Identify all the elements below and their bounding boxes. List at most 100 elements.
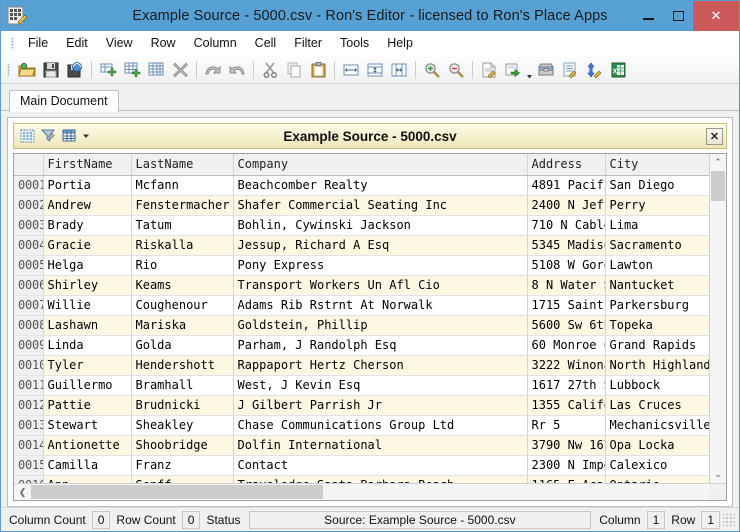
menu-item-column[interactable]: Column [185, 33, 246, 53]
filter-tool-icon[interactable] [38, 126, 58, 146]
tab-main-document[interactable]: Main Document [9, 90, 119, 112]
table-cell[interactable]: 4891 Pacific Hwy [527, 175, 606, 196]
table-cell[interactable]: Brudnicki [131, 395, 234, 416]
document-close-button[interactable]: ✕ [706, 127, 723, 145]
table-cell[interactable]: Tatum [131, 215, 234, 236]
row-number-cell[interactable]: 0006 [14, 275, 44, 296]
table-cell[interactable]: Linda [43, 335, 132, 356]
edit-document-icon[interactable] [478, 59, 500, 81]
scroll-up-arrow-icon[interactable]: ⌃ [710, 154, 726, 171]
table-cell[interactable]: Coughenour [131, 295, 234, 316]
table-cell[interactable]: West, J Kevin Esq [233, 375, 528, 396]
table-cell[interactable]: Contact [233, 455, 528, 476]
menu-item-view[interactable]: View [97, 33, 142, 53]
menu-item-file[interactable]: File [19, 33, 57, 53]
row-number-cell[interactable]: 0002 [14, 195, 44, 216]
column-header-firstname[interactable]: FirstName [43, 154, 132, 176]
table-cell[interactable]: J Gilbert Parrish Jr [233, 395, 528, 416]
table-cell[interactable]: Pattie [43, 395, 132, 416]
column-header-address[interactable]: Address [527, 154, 606, 176]
fit-height-icon[interactable] [364, 59, 386, 81]
table-cell[interactable]: Bramhall [131, 375, 234, 396]
auto-size-icon[interactable] [388, 59, 410, 81]
row-number-cell[interactable]: 0011 [14, 375, 44, 396]
table-cell[interactable]: San Diego [605, 175, 709, 196]
table-cell[interactable]: Shafer Commercial Seating Inc [233, 195, 528, 216]
table-row[interactable]: 0003BradyTatumBohlin, Cywinski Jackson71… [14, 215, 709, 236]
table-row[interactable]: 0006ShirleyKeamsTransport Workers Un Afl… [14, 275, 709, 296]
table-cell[interactable]: 3790 Nw 167th St [527, 435, 606, 456]
table-cell[interactable]: 3222 Winona Way [527, 355, 606, 376]
menu-item-row[interactable]: Row [142, 33, 185, 53]
table-row[interactable]: 0011GuillermoBramhallWest, J Kevin Esq16… [14, 375, 709, 396]
table-cell[interactable]: Mechanicsville [605, 415, 709, 436]
save-all-icon[interactable] [64, 59, 86, 81]
table-row[interactable]: 0002AndrewFenstermacherShafer Commercial… [14, 195, 709, 216]
transpose-icon[interactable] [583, 59, 605, 81]
column-header-lastname[interactable]: LastName [131, 154, 234, 176]
table-cell[interactable]: 8 N Water St [527, 275, 606, 296]
scroll-left-arrow-icon[interactable]: ❮ [14, 484, 31, 500]
table-cell[interactable]: Lubbock [605, 375, 709, 396]
table-cell[interactable]: Willie [43, 295, 132, 316]
table-cell[interactable]: Goldstein, Phillip [233, 315, 528, 336]
table-cell[interactable]: 5108 W Gore Blvd [527, 255, 606, 276]
menu-item-edit[interactable]: Edit [57, 33, 97, 53]
table-cell[interactable]: Rio [131, 255, 234, 276]
menu-item-filter[interactable]: Filter [285, 33, 331, 53]
table-cell[interactable]: Parham, J Randolph Esq [233, 335, 528, 356]
table-row[interactable]: 0008LashawnMariskaGoldstein, Phillip5600… [14, 315, 709, 336]
vertical-scroll-track[interactable] [710, 171, 726, 466]
scroll-down-arrow-icon[interactable]: ⌄ [710, 466, 726, 483]
table-row[interactable]: 0012PattieBrudnickiJ Gilbert Parrish Jr1… [14, 395, 709, 416]
close-button[interactable]: ✕ [693, 1, 739, 31]
table-cell[interactable]: Lashawn [43, 315, 132, 336]
table-cell[interactable]: 1355 California Ave [527, 395, 606, 416]
table-row[interactable]: 0015CamillaFranzContact2300 N Imperial A… [14, 455, 709, 476]
table-cell[interactable]: 1617 27th St [527, 375, 606, 396]
paste-icon[interactable] [307, 59, 329, 81]
undo-icon[interactable] [202, 59, 224, 81]
row-number-cell[interactable]: 0012 [14, 395, 44, 416]
resize-grip-icon[interactable] [723, 513, 735, 526]
table-cell[interactable]: Sacramento [605, 235, 709, 256]
vertical-scroll-thumb[interactable] [711, 171, 725, 201]
table-view-icon[interactable] [59, 126, 79, 146]
table-cell[interactable]: Tyler [43, 355, 132, 376]
table-cell[interactable]: 710 N Cable Rd [527, 215, 606, 236]
table-cell[interactable]: Keams [131, 275, 234, 296]
save-disk-icon[interactable] [40, 59, 62, 81]
table-cell[interactable]: North Highland [605, 355, 709, 376]
table-cell[interactable]: Senff [131, 475, 234, 483]
select-all-grid-icon[interactable] [17, 126, 37, 146]
table-cell[interactable]: 1715 Saint Marys Ave [527, 295, 606, 316]
insert-row-icon[interactable] [97, 59, 119, 81]
column-header-city[interactable]: City [605, 154, 709, 176]
table-cell[interactable]: Bohlin, Cywinski Jackson [233, 215, 528, 236]
table-cell[interactable]: Grand Rapids [605, 335, 709, 356]
table-cell[interactable]: Franz [131, 455, 234, 476]
table-cell[interactable]: Sheakley [131, 415, 234, 436]
row-number-cell[interactable]: 0003 [14, 215, 44, 236]
horizontal-scrollbar[interactable]: ❮ [14, 483, 726, 500]
table-cell[interactable]: 2300 N Imperial Ave [527, 455, 606, 476]
table-cell[interactable]: Shirley [43, 275, 132, 296]
vertical-scrollbar[interactable]: ⌃ ⌄ [709, 154, 726, 483]
zoom-out-icon[interactable] [445, 59, 467, 81]
table-cell[interactable]: Jessup, Richard A Esq [233, 235, 528, 256]
table-cell[interactable]: Fenstermacher [131, 195, 234, 216]
table-cell[interactable]: 5345 Madison Ave [527, 235, 606, 256]
table-cell[interactable]: Antionette [43, 435, 132, 456]
table-cell[interactable]: Las Cruces [605, 395, 709, 416]
row-number-cell[interactable]: 0005 [14, 255, 44, 276]
table-cell[interactable]: Rr 5 [527, 415, 606, 436]
row-number-cell[interactable]: 0004 [14, 235, 44, 256]
row-number-cell[interactable]: 0007 [14, 295, 44, 316]
table-cell[interactable]: Mariska [131, 315, 234, 336]
table-row[interactable]: 0009LindaGoldaParham, J Randolph Esq60 M… [14, 335, 709, 356]
table-cell[interactable]: Adams Rib Rstrnt At Norwalk [233, 295, 528, 316]
table-row[interactable]: 0010TylerHendershottRappaport Hertz Cher… [14, 355, 709, 376]
minimize-button[interactable] [633, 1, 663, 31]
menu-item-help[interactable]: Help [378, 33, 422, 53]
insert-table-icon[interactable] [145, 59, 167, 81]
